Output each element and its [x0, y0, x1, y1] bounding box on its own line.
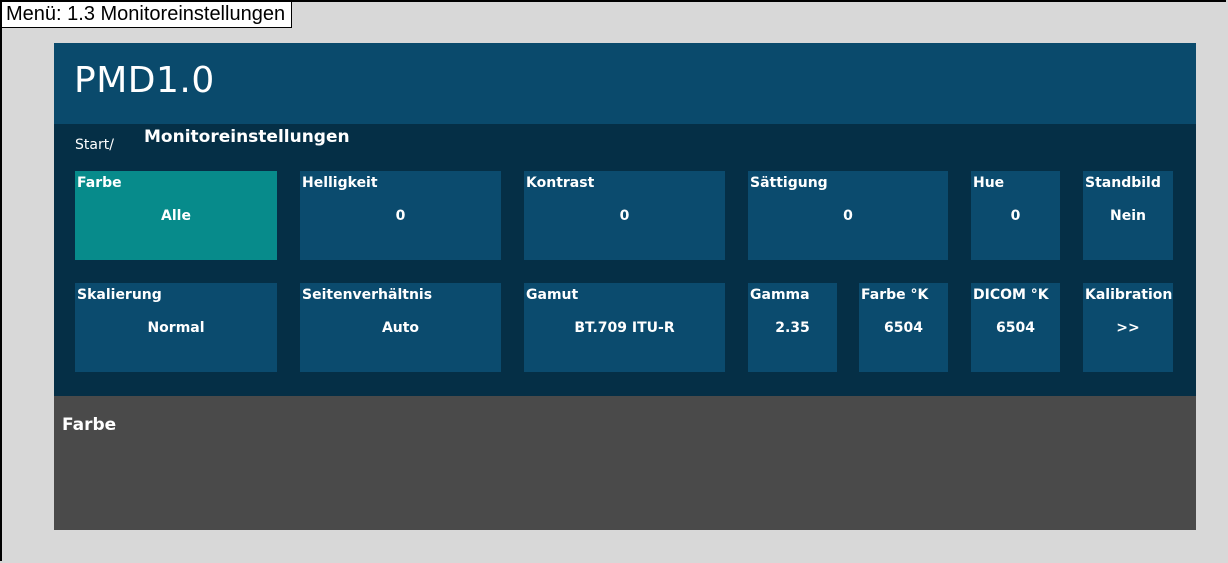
tile-hue[interactable]: Hue 0	[971, 171, 1060, 260]
app-title: PMD1.0	[74, 60, 215, 101]
tile-helligkeit[interactable]: Helligkeit 0	[300, 171, 501, 260]
tile-farbe-kelvin[interactable]: Farbe °K 6504	[859, 283, 948, 372]
tile-label: Seitenverhältnis	[302, 287, 433, 303]
tile-saettigung[interactable]: Sättigung 0	[748, 171, 948, 260]
tile-gamma[interactable]: Gamma 2.35	[748, 283, 837, 372]
tile-value: 0	[1010, 208, 1021, 224]
tile-standbild[interactable]: Standbild Nein	[1083, 171, 1173, 260]
tile-label: Hue	[973, 175, 1005, 191]
tile-label: Sättigung	[750, 175, 828, 191]
tile-value: 0	[395, 208, 406, 224]
tile-value: BT.709 ITU-R	[574, 320, 675, 336]
menu-caption: Menü: 1.3 Monitoreinstellungen	[2, 2, 293, 28]
description-title: Farbe	[62, 415, 117, 435]
tile-label: Farbe	[77, 175, 122, 191]
breadcrumb: Start/ Monitoreinstellungen	[54, 124, 1196, 154]
tile-gamut[interactable]: Gamut BT.709 ITU-R	[524, 283, 725, 372]
tile-label: DICOM °K	[973, 287, 1049, 303]
tile-value: 6504	[996, 320, 1035, 336]
tile-skalierung[interactable]: Skalierung Normal	[75, 283, 277, 372]
tile-value: 6504	[884, 320, 923, 336]
tile-value: Auto	[381, 320, 420, 336]
app-header: PMD1.0	[54, 43, 1196, 124]
tile-value: Normal	[147, 320, 205, 336]
document-frame: Menü: 1.3 Monitoreinstellungen PMD1.0 St…	[0, 0, 1226, 561]
page-title: Monitoreinstellungen	[144, 127, 350, 147]
tile-label: Kalibration	[1085, 287, 1173, 303]
app-window: PMD1.0 Start/ Monitoreinstellungen Farbe…	[54, 43, 1196, 530]
tile-farbe[interactable]: Farbe Alle	[75, 171, 277, 260]
tile-seitenverhaeltnis[interactable]: Seitenverhältnis Auto	[300, 283, 501, 372]
tile-kontrast[interactable]: Kontrast 0	[524, 171, 725, 260]
tile-label: Gamma	[750, 287, 810, 303]
tile-value: >>	[1116, 320, 1140, 336]
tile-value: 2.35	[775, 320, 810, 336]
tile-kalibration[interactable]: Kalibration >>	[1083, 283, 1173, 372]
tile-value: Nein	[1110, 208, 1146, 224]
tile-value: 0	[843, 208, 853, 224]
tile-label: Kontrast	[526, 175, 595, 191]
settings-grid: Farbe Alle Helligkeit 0 Kontrast 0 Sätti…	[54, 154, 1196, 396]
breadcrumb-start-link[interactable]: Start/	[75, 137, 114, 153]
tile-value: Alle	[161, 208, 191, 224]
tile-label: Farbe °K	[861, 287, 929, 303]
tile-dicom-kelvin[interactable]: DICOM °K 6504	[971, 283, 1060, 372]
tile-label: Helligkeit	[302, 175, 378, 191]
tile-label: Skalierung	[77, 287, 162, 303]
tile-value: 0	[619, 208, 630, 224]
tile-label: Standbild	[1085, 175, 1161, 191]
tile-label: Gamut	[526, 287, 579, 303]
description-panel: Farbe	[54, 396, 1196, 530]
